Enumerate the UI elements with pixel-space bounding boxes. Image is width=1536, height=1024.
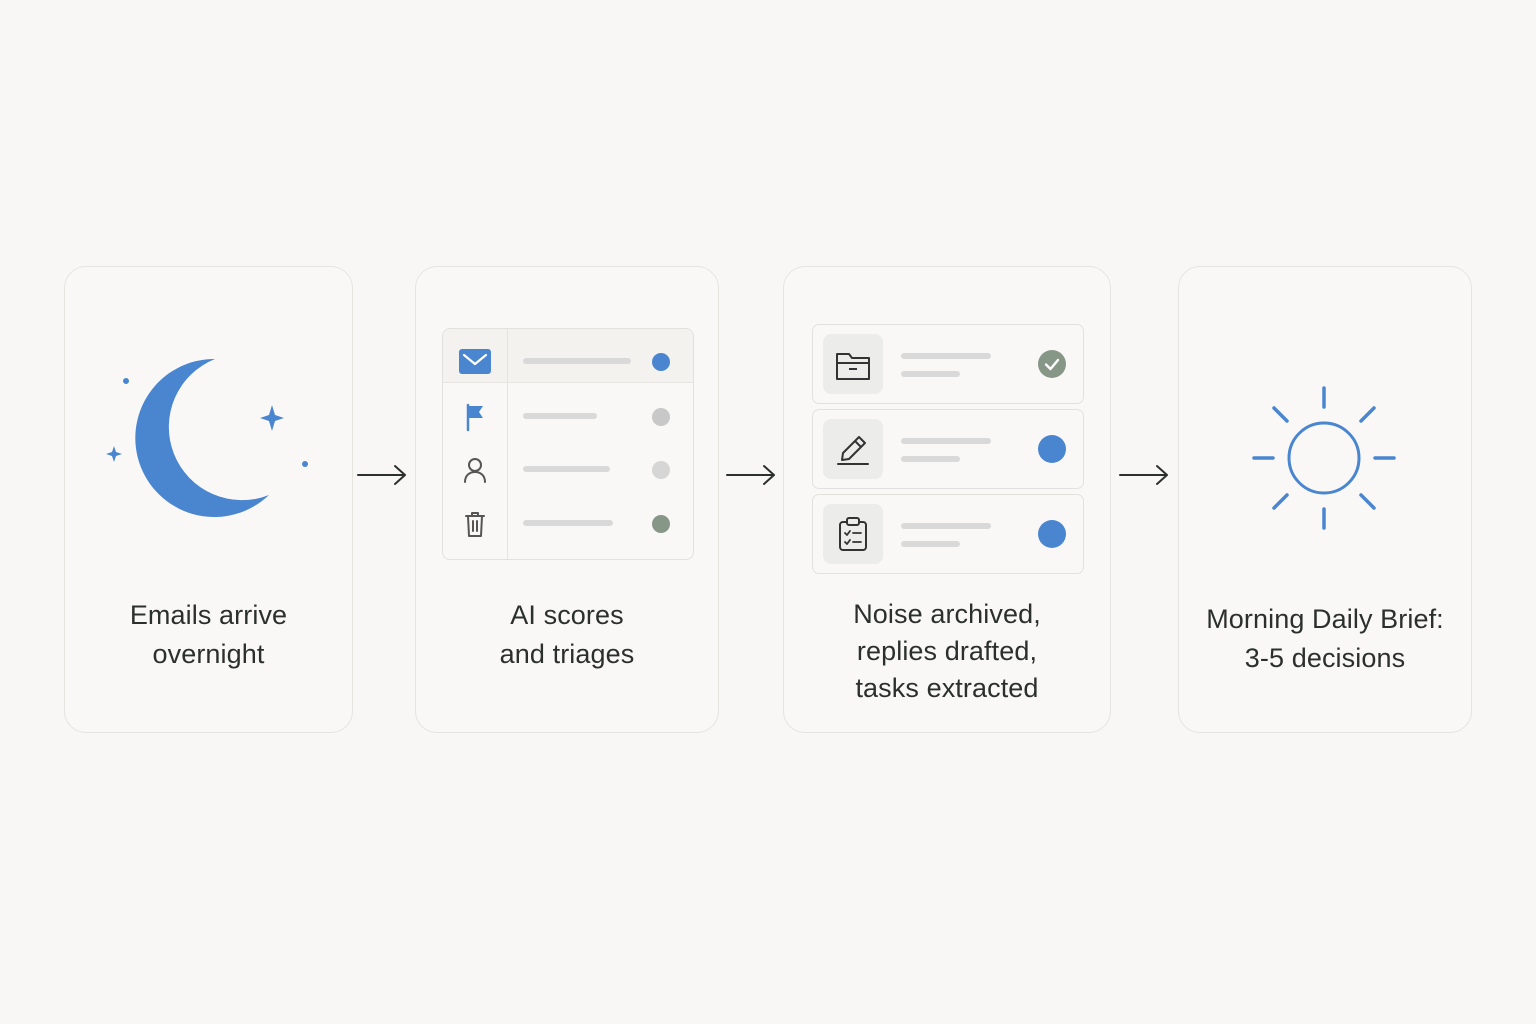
priority-dot <box>652 408 670 426</box>
step-caption: AI scores and triages <box>499 600 635 669</box>
pencil-icon <box>837 436 869 465</box>
arrow-right-icon <box>726 465 775 485</box>
mail-icon <box>459 349 491 374</box>
arrow-right-icon <box>357 465 406 485</box>
priority-dot <box>652 461 670 479</box>
status-dot <box>1038 435 1066 463</box>
person-icon <box>464 458 486 483</box>
moon-with-stars-icon <box>106 358 308 517</box>
priority-dot <box>652 515 670 533</box>
status-dot <box>1038 520 1066 548</box>
action-row-draft <box>812 409 1084 489</box>
step-card-actions: Noise archived, replies drafted, tasks e… <box>783 266 1111 733</box>
clipboard-checklist-icon <box>839 517 867 551</box>
archive-folder-icon <box>836 353 870 380</box>
sun-icon <box>1252 386 1396 530</box>
step-caption: Morning Daily Brief: 3-5 decisions <box>1206 604 1444 673</box>
step-card-brief: Morning Daily Brief: 3-5 decisions <box>1178 266 1472 733</box>
action-row-archive <box>812 324 1084 404</box>
action-row-task <box>812 494 1084 574</box>
step-caption: Emails arrive overnight <box>129 600 288 669</box>
trash-icon <box>465 512 485 537</box>
priority-dot <box>652 353 670 371</box>
step-caption: Noise archived, replies drafted, tasks e… <box>853 599 1041 703</box>
step-card-overnight: Emails arrive overnight <box>64 266 353 733</box>
done-check-icon <box>1038 350 1066 378</box>
arrow-right-icon <box>1119 465 1168 485</box>
inbox-list <box>442 328 694 560</box>
flag-icon <box>466 403 483 432</box>
step-card-triage: AI scores and triages <box>415 266 719 733</box>
